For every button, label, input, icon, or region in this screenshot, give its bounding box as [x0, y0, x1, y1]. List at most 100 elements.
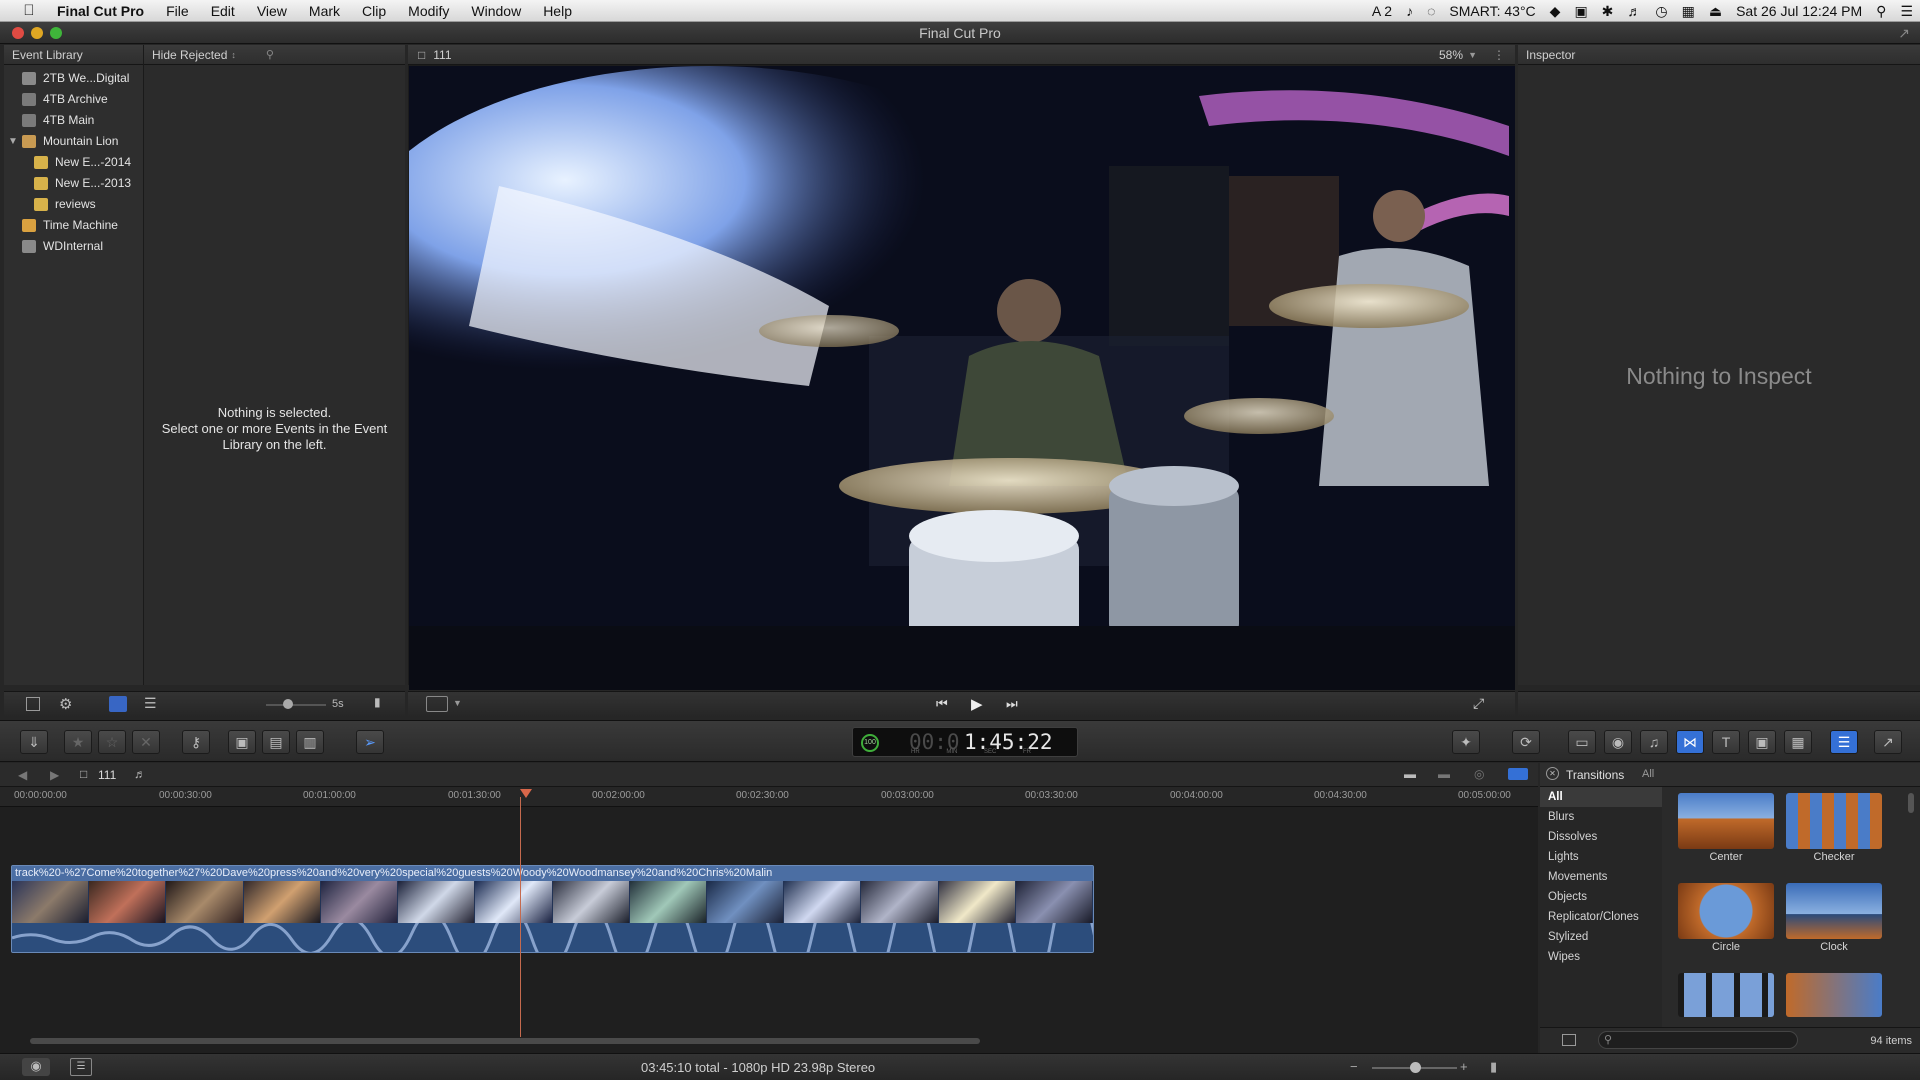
category-movements[interactable]: Movements: [1540, 867, 1662, 887]
timeline-clip[interactable]: track%20-%27Come%20together%27%20Dave%20…: [11, 865, 1094, 953]
timeline-zoom-knob[interactable]: [1410, 1062, 1421, 1073]
category-lights[interactable]: Lights: [1540, 847, 1662, 867]
close-browser-icon[interactable]: ✕: [1546, 767, 1559, 780]
eject-icon[interactable]: ⏏: [1702, 3, 1729, 20]
library-item-mountain-lion[interactable]: ▼ Mountain Lion: [4, 131, 143, 152]
inspector-toggle-button[interactable]: ☰: [1830, 730, 1858, 754]
connect-clip-button[interactable]: ▣: [228, 730, 256, 754]
input-source-status[interactable]: A 2: [1365, 3, 1399, 19]
transition-circle-thumbnail[interactable]: [1678, 883, 1774, 939]
share-button[interactable]: ↗: [1874, 730, 1902, 754]
menu-view[interactable]: View: [246, 0, 298, 22]
append-clip-button[interactable]: ▥: [296, 730, 324, 754]
viewer-options-icon[interactable]: ⋮: [1493, 45, 1505, 65]
video-frame-drummer[interactable]: [409, 66, 1515, 690]
menu-edit[interactable]: Edit: [200, 0, 246, 22]
playhead-marker[interactable]: [520, 789, 532, 798]
music-browser-button[interactable]: ♫: [1640, 730, 1668, 754]
gear-icon[interactable]: ⚙: [59, 695, 72, 713]
transition-thumbnail[interactable]: [1678, 973, 1774, 1017]
hide-rejected-filter[interactable]: Hide Rejected: [152, 45, 227, 65]
transition-clock-thumbnail[interactable]: [1786, 883, 1882, 939]
keyword-button[interactable]: ⚷: [182, 730, 210, 754]
disclosure-triangle-icon[interactable]: ▼: [8, 131, 22, 152]
timeline-horizontal-scrollbar[interactable]: [30, 1038, 980, 1044]
background-task-icon[interactable]: 100: [861, 734, 879, 752]
viewer-zoom-level[interactable]: 58%: [1439, 45, 1463, 65]
list-view-icon[interactable]: ☰: [144, 695, 157, 712]
insert-clip-button[interactable]: ▤: [262, 730, 290, 754]
category-objects[interactable]: Objects: [1540, 887, 1662, 907]
transitions-scrollbar[interactable]: [1908, 793, 1914, 813]
library-item-2tb-western-digital[interactable]: 2TB We...Digital: [4, 68, 143, 89]
clock-icon[interactable]: ◷: [1648, 3, 1674, 20]
playhead-line[interactable]: [520, 797, 521, 1037]
effects-browser-button[interactable]: ▭: [1568, 730, 1596, 754]
retime-button[interactable]: ⟳: [1512, 730, 1540, 754]
timeline-ruler[interactable]: 00:00:00:00 00:00:30:00 00:01:00:00 00:0…: [0, 787, 1538, 807]
close-window-button[interactable]: [12, 27, 24, 39]
skip-back-icon[interactable]: ⏮: [936, 696, 948, 712]
library-item-4tb-main[interactable]: 4TB Main: [4, 110, 143, 131]
library-item-reviews[interactable]: reviews: [4, 194, 143, 215]
menu-window[interactable]: Window: [460, 0, 532, 22]
dashboard-timecode[interactable]: 100 00:0 1:45:22 HR MIN SEC FR: [852, 727, 1078, 757]
category-blurs[interactable]: Blurs: [1540, 807, 1662, 827]
library-item-4tb-archive[interactable]: 4TB Archive: [4, 89, 143, 110]
menu-clock[interactable]: Sat 26 Jul 12:24 PM: [1729, 3, 1869, 19]
select-tool-button[interactable]: ➢: [356, 730, 384, 754]
search-icon[interactable]: ⚲: [266, 45, 274, 65]
library-item-wdinternal[interactable]: WDInternal: [4, 236, 143, 257]
category-replicator-clones[interactable]: Replicator/Clones: [1540, 907, 1662, 927]
wifi-icon[interactable]: ◌: [1420, 3, 1442, 19]
transition-thumbnail[interactable]: [1786, 973, 1882, 1017]
category-wipes[interactable]: Wipes: [1540, 947, 1662, 967]
zoom-in-icon[interactable]: +: [1460, 1059, 1468, 1074]
menu-modify[interactable]: Modify: [397, 0, 460, 22]
forward-arrow-icon[interactable]: ▶: [50, 768, 59, 782]
fullscreen-playback-icon[interactable]: ⤢: [1473, 695, 1484, 712]
clip-appearance-icon[interactable]: ▮: [1490, 1059, 1497, 1075]
smart-temp-status[interactable]: SMART: 43°C: [1442, 3, 1542, 19]
transitions-search-input[interactable]: [1598, 1031, 1798, 1049]
transform-dropdown-icon[interactable]: ▼: [453, 698, 462, 708]
show-library-icon[interactable]: [26, 697, 40, 711]
generators-browser-button[interactable]: ▣: [1748, 730, 1776, 754]
themes-browser-button[interactable]: ▦: [1784, 730, 1812, 754]
photos-browser-button[interactable]: ◉: [1604, 730, 1632, 754]
zoom-window-button[interactable]: [50, 27, 62, 39]
transitions-scope[interactable]: All: [1642, 768, 1654, 780]
menu-help[interactable]: Help: [532, 0, 583, 22]
transition-checker-thumbnail[interactable]: [1786, 793, 1882, 849]
solo-icon[interactable]: ◎: [1474, 767, 1484, 781]
timeline-index-button[interactable]: ☰: [70, 1058, 92, 1076]
notification-list-icon[interactable]: ☰: [1893, 3, 1920, 20]
minimize-window-button[interactable]: [31, 27, 43, 39]
menu-app-name[interactable]: Final Cut Pro: [46, 0, 155, 22]
play-icon[interactable]: ▶: [971, 695, 983, 713]
dropbox-icon[interactable]: ◆: [1543, 3, 1568, 20]
library-item-event-2014[interactable]: New E...-2014: [4, 152, 143, 173]
library-item-event-2013[interactable]: New E...-2013: [4, 173, 143, 194]
calendar-icon[interactable]: ▦: [1675, 3, 1702, 20]
category-all[interactable]: All: [1540, 787, 1662, 807]
clip-duration-slider[interactable]: [266, 704, 326, 706]
category-stylized[interactable]: Stylized: [1540, 927, 1662, 947]
category-dissolves[interactable]: Dissolves: [1540, 827, 1662, 847]
bluetooth-icon[interactable]: ✱: [1595, 3, 1621, 20]
zoom-out-icon[interactable]: −: [1350, 1059, 1358, 1074]
menu-file[interactable]: File: [155, 0, 200, 22]
sidebar-toggle-icon[interactable]: [1562, 1034, 1576, 1046]
import-media-button[interactable]: ⇓: [20, 730, 48, 754]
snapping-button[interactable]: [1508, 768, 1528, 780]
skimming-icon[interactable]: ▬: [1404, 767, 1416, 781]
filmstrip-view-icon[interactable]: [109, 696, 127, 712]
transform-icon[interactable]: [426, 696, 448, 712]
menu-clip[interactable]: Clip: [351, 0, 397, 22]
apple-icon[interactable]: : [18, 3, 40, 18]
menu-mark[interactable]: Mark: [298, 0, 351, 22]
volume-icon[interactable]: ♬: [1620, 3, 1648, 19]
transition-center-thumbnail[interactable]: [1678, 793, 1774, 849]
back-arrow-icon[interactable]: ◀: [18, 768, 27, 782]
enhancements-button[interactable]: ✦: [1452, 730, 1480, 754]
